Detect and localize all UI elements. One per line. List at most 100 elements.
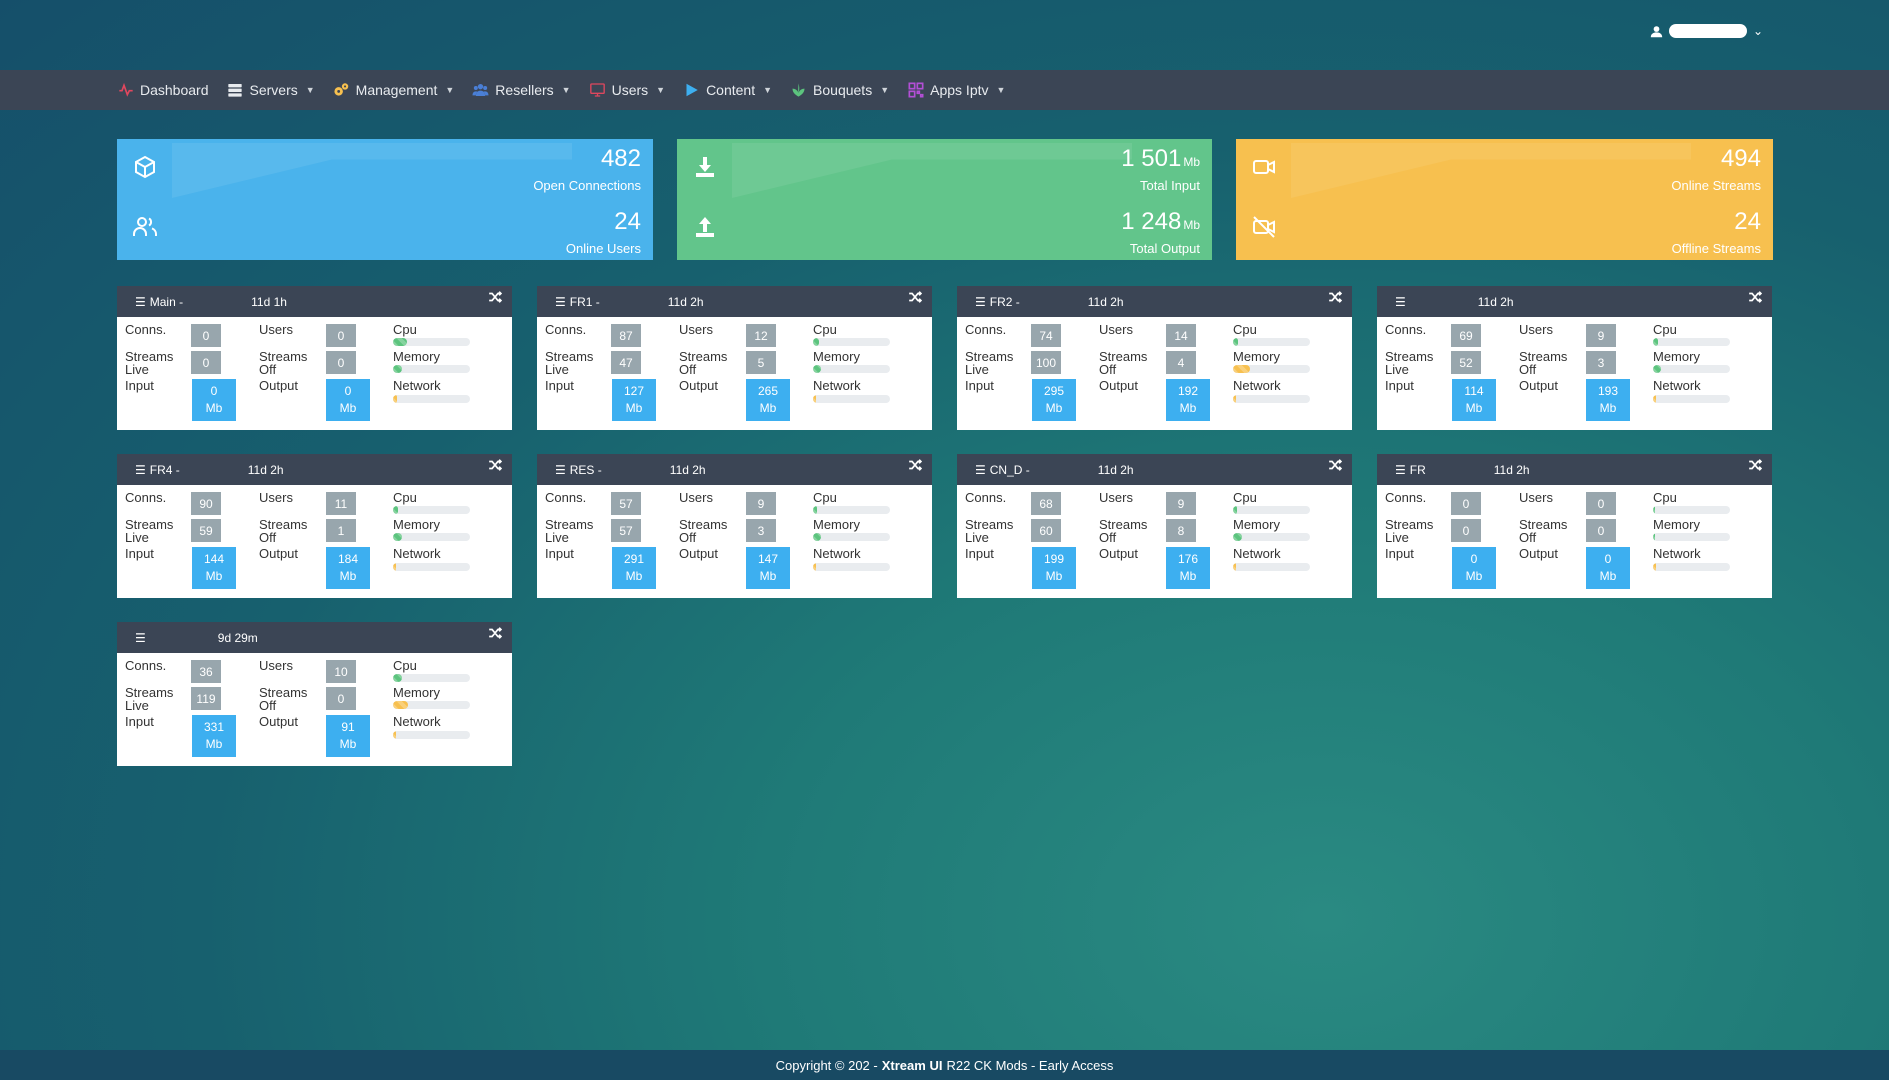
output-label: Output [679,546,719,561]
conns-label: Conns. [1385,490,1427,505]
streams-off-badge: 3 [746,519,776,542]
offline-streams-label: Offline Streams [1671,241,1761,256]
shuffle-icon[interactable] [908,458,922,472]
shuffle-icon[interactable] [488,626,502,640]
menu-icon[interactable]: ☰ [135,463,146,477]
streams-live-label: Streams Live [965,517,1014,545]
server-card: ☰ FR 11d 2h Conns. 0 Users 0 Cpu Streams… [1377,454,1772,598]
chevron-down-icon: ⌄ [1752,24,1763,38]
streams-live-badge: 52 [1451,351,1481,374]
streams-live-label: Streams Live [965,349,1014,377]
server-body: Conns. 0 Users 0 Cpu Streams Live 0 Strea… [1377,485,1772,598]
shuffle-icon[interactable] [1328,458,1342,472]
server-uptime: 11d 2h [1087,294,1124,309]
server-card: ☰ FR2 - 11d 2h Conns. 74 Users 14 Cpu St… [957,286,1352,430]
menu-icon[interactable]: ☰ [135,631,146,645]
memory-label: Memory [1233,349,1280,364]
input-label: Input [1385,378,1414,393]
server-grid: ☰ Main - 11d 1h Conns. 0 Users 0 Cpu Str… [117,286,1772,766]
nav-dashboard[interactable]: Dashboard [117,82,209,99]
input-label: Input [125,546,154,561]
server-header: ☰ FR4 - 11d 2h [117,454,512,485]
menu-icon[interactable]: ☰ [975,463,986,477]
menu-icon[interactable]: ☰ [975,295,986,309]
conns-label: Conns. [125,658,167,673]
users-badge: 0 [1586,492,1616,515]
footer: Copyright © 202 - Xtream UI R22 CK Mods … [0,1050,1889,1080]
streams-live-label: Streams Live [545,517,594,545]
nav-label: Management [355,82,438,98]
menu-icon[interactable]: ☰ [1395,463,1406,477]
conns-badge: 69 [1451,324,1481,347]
open-connections-value: 482 [600,145,641,172]
redacted-hostname [180,465,240,475]
output-label: Output [259,546,299,561]
nav-management[interactable]: Management ▼ [333,82,455,99]
output-badge: 0 Mb [326,379,370,421]
nav-label: Servers [249,82,298,98]
online-users-label: Online Users [565,241,641,256]
shuffle-icon[interactable] [908,290,922,304]
conns-label: Conns. [125,322,167,337]
server-header: ☰ FR1 - 11d 2h [537,286,932,317]
streams-off-label: Streams Off [259,349,308,377]
users-label: Users [1099,490,1133,505]
network-bar [1233,395,1310,403]
server-uptime: 11d 2h [1477,294,1514,309]
server-header: ☰ CN_D - 11d 2h [957,454,1352,485]
memory-label: Memory [813,517,860,532]
shuffle-icon[interactable] [1328,290,1342,304]
users-label: Users [259,322,293,337]
input-badge: 0 Mb [1452,547,1496,589]
output-badge: 193 Mb [1586,379,1630,421]
shuffle-icon[interactable] [488,458,502,472]
streams-live-badge: 60 [1031,519,1061,542]
redacted-hostname [1020,297,1080,307]
input-label: Input [545,378,574,393]
nav-bouquets[interactable]: Bouquets ▼ [790,82,889,99]
nav-resellers[interactable]: Resellers ▼ [472,82,571,99]
menu-icon[interactable]: ☰ [555,463,566,477]
redacted-hostname [1410,297,1470,307]
streams-off-badge: 5 [746,351,776,374]
conns-label: Conns. [1385,322,1427,337]
memory-label: Memory [393,349,440,364]
nav-content[interactable]: Content ▼ [683,82,772,99]
output-badge: 192 Mb [1166,379,1210,421]
menu-icon[interactable]: ☰ [135,295,146,309]
nav-apps-iptv[interactable]: Apps Iptv ▼ [907,82,1005,99]
cpu-label: Cpu [1653,322,1677,337]
server-uptime: 11d 2h [667,294,704,309]
cpu-label: Cpu [813,490,837,505]
nav-users[interactable]: Users ▼ [589,82,665,99]
menu-icon[interactable]: ☰ [1395,295,1406,309]
output-label: Output [1099,546,1139,561]
conns-label: Conns. [125,490,167,505]
server-header: ☰ Main - 11d 1h [117,286,512,317]
server-body: Conns. 0 Users 0 Cpu Streams Live 0 Strea… [117,317,512,430]
users-label: Users [679,490,713,505]
open-connections-label: Open Connections [533,178,641,193]
streams-live-label: Streams Live [125,685,174,713]
server-header: ☰ FR2 - 11d 2h [957,286,1352,317]
server-uptime: 11d 2h [1493,462,1530,477]
nav-servers[interactable]: Servers ▼ [227,82,315,99]
chevron-down-icon: ▼ [445,85,455,95]
shuffle-icon[interactable] [488,290,502,304]
shuffle-icon[interactable] [1748,290,1762,304]
conns-badge: 0 [1451,492,1481,515]
conns-badge: 87 [611,324,641,347]
nav-label: Resellers [495,82,554,98]
input-badge: 0 Mb [192,379,236,421]
shuffle-icon[interactable] [1748,458,1762,472]
user-menu[interactable]: ⌄ [1650,24,1763,38]
network-label: Network [1233,378,1281,393]
output-label: Output [1519,546,1559,561]
nav-label: Apps Iptv [930,82,989,98]
menu-icon[interactable]: ☰ [555,295,566,309]
input-label: Input [125,378,154,393]
input-badge: 331 Mb [192,715,236,757]
streams-off-badge: 0 [1586,519,1616,542]
users-icon [472,82,489,99]
streams-off-label: Streams Off [259,517,308,545]
